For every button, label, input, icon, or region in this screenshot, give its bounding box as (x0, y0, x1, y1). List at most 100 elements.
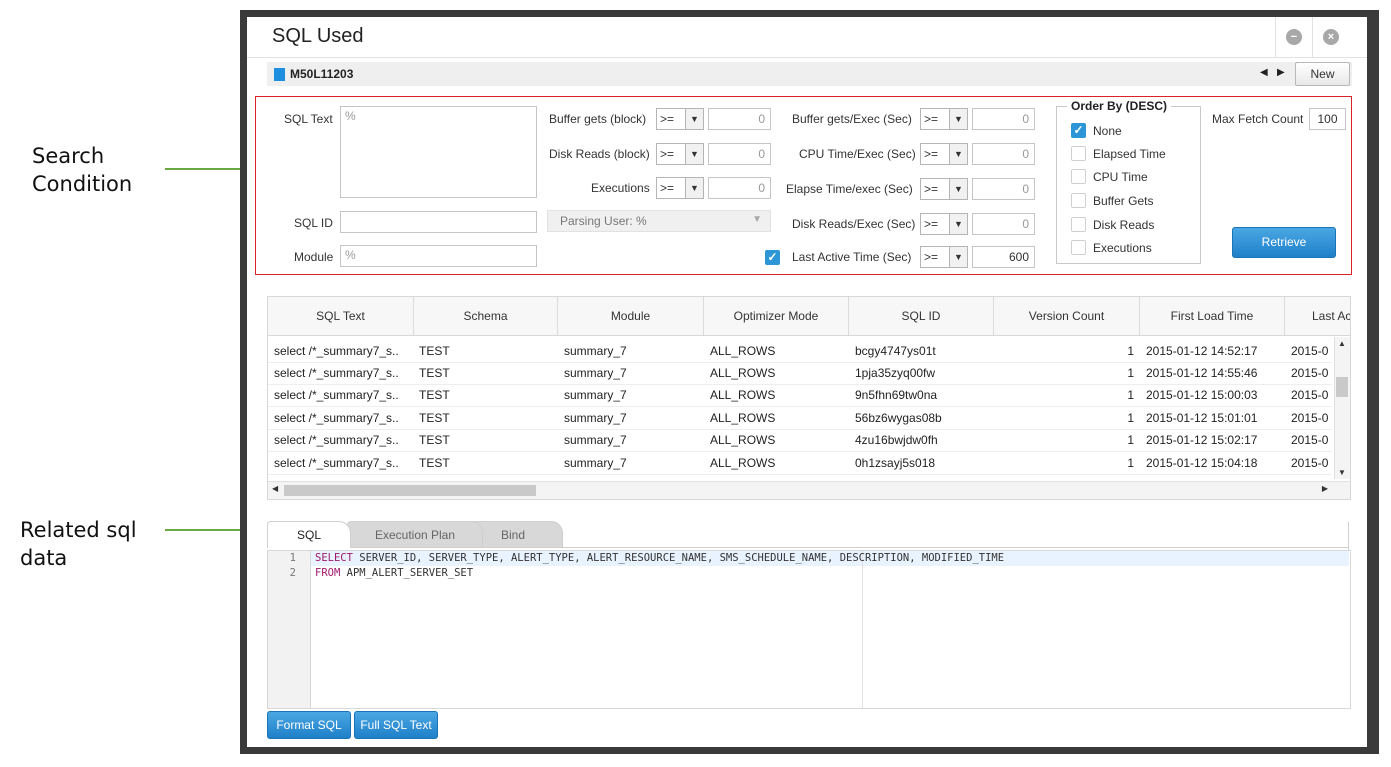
full-sql-text-button[interactable]: Full SQL Text (354, 711, 438, 739)
tab-execution-plan[interactable]: Execution Plan (347, 521, 483, 547)
cell-version-count: 1 (1127, 366, 1134, 380)
editor-margin-line (862, 551, 863, 708)
sql-used-window: SQL Used − × M50L11203 ◀ ▶ New SQL Text … (247, 17, 1367, 747)
elapse-time-exec-input[interactable]: 0 (972, 178, 1035, 200)
order-by-disk-reads-checkbox[interactable] (1071, 217, 1086, 232)
select-value: >= (924, 112, 939, 126)
executions-label: Executions (591, 181, 650, 195)
close-button[interactable]: × (1312, 17, 1349, 57)
parsing-user-select[interactable]: Parsing User: % ▼ (547, 210, 771, 232)
order-by-elapsed-checkbox[interactable] (1071, 146, 1086, 161)
scroll-down-icon[interactable]: ▼ (1338, 468, 1346, 477)
table-row[interactable]: select /*_summary7_s.. TEST summary_7 AL… (268, 362, 1332, 385)
cell-schema: TEST (419, 388, 450, 402)
cell-optimizer-mode: ALL_ROWS (710, 366, 776, 380)
cpu-time-exec-operator-select[interactable]: >= ▼ (920, 143, 968, 165)
next-arrow-icon[interactable]: ▶ (1277, 67, 1285, 78)
sql-editor[interactable]: 1 2 SELECT SERVER_ID, SERVER_TYPE, ALERT… (267, 550, 1351, 709)
disk-reads-exec-input[interactable]: 0 (972, 213, 1035, 235)
table-row[interactable]: select /*_summary7_s.. TEST summary_7 AL… (268, 452, 1332, 475)
cell-version-count: 1 (1127, 456, 1134, 470)
cell-optimizer-mode: ALL_ROWS (710, 433, 776, 447)
cell-sql-text: select /*_summary7_s.. (274, 344, 399, 358)
buffer-gets-exec-operator-select[interactable]: >= ▼ (920, 108, 968, 130)
cell-optimizer-mode: ALL_ROWS (710, 411, 776, 425)
minimize-button[interactable]: − (1275, 17, 1312, 57)
annotation-line: Search (32, 144, 105, 168)
last-active-checkbox[interactable]: ✓ (765, 250, 780, 265)
cpu-time-exec-input[interactable]: 0 (972, 143, 1035, 165)
module-input[interactable]: % (340, 245, 537, 267)
last-active-input[interactable]: 600 (972, 246, 1035, 268)
chevron-down-icon: ▼ (685, 178, 703, 198)
chevron-down-icon: ▼ (685, 144, 703, 164)
cell-sql-id: 0h1zsayj5s018 (855, 456, 936, 470)
table-row[interactable]: select /*_summary7_s.. TEST summary_7 AL… (268, 407, 1332, 430)
executions-input[interactable]: 0 (708, 177, 771, 199)
chevron-down-icon: ▼ (685, 109, 703, 129)
column-header[interactable]: SQL Text (268, 297, 414, 335)
disk-reads-exec-operator-select[interactable]: >= ▼ (920, 213, 968, 235)
tab-panel-border (1348, 522, 1349, 550)
column-header[interactable]: Version Count (994, 297, 1140, 335)
column-header[interactable]: Module (558, 297, 704, 335)
column-header[interactable]: SQL ID (849, 297, 994, 335)
tab-sql[interactable]: SQL (267, 521, 351, 548)
select-value: >= (924, 250, 939, 264)
column-header[interactable]: Last Ac (1285, 297, 1350, 335)
cell-first-load-time: 2015-01-12 14:52:17 (1146, 344, 1258, 358)
format-sql-button[interactable]: Format SQL (267, 711, 351, 739)
buffer-gets-exec-input[interactable]: 0 (972, 108, 1035, 130)
instance-bar: M50L11203 (267, 62, 1352, 86)
cell-optimizer-mode: ALL_ROWS (710, 456, 776, 470)
disk-reads-operator-select[interactable]: >= ▼ (656, 143, 704, 165)
cell-last-active: 2015-0 (1291, 411, 1329, 425)
order-by-cpu-checkbox[interactable] (1071, 169, 1086, 184)
cell-sql-id: 56bz6wygas08b (855, 411, 942, 425)
buffer-gets-input[interactable]: 0 (708, 108, 771, 130)
cell-module: summary_7 (564, 366, 627, 380)
scroll-up-icon[interactable]: ▲ (1338, 339, 1346, 348)
table-row[interactable]: select /*_summary7_s.. TEST summary_7 AL… (268, 340, 1332, 363)
select-value: >= (924, 217, 939, 231)
sql-text-input[interactable]: % (340, 106, 537, 198)
scroll-right-icon[interactable]: ▶ (1322, 484, 1328, 493)
retrieve-button[interactable]: Retrieve (1232, 227, 1336, 258)
cell-version-count: 1 (1127, 344, 1134, 358)
scroll-thumb[interactable] (284, 485, 536, 496)
new-button[interactable]: New (1295, 62, 1350, 86)
order-by-executions-checkbox[interactable] (1071, 240, 1086, 255)
cell-last-active: 2015-0 (1291, 344, 1329, 358)
cell-sql-id: 1pja35zyq00fw (855, 366, 936, 380)
disk-reads-input[interactable]: 0 (708, 143, 771, 165)
cell-last-active: 2015-0 (1291, 456, 1329, 470)
order-by-buffer-gets-checkbox[interactable] (1071, 193, 1086, 208)
prev-arrow-icon[interactable]: ◀ (1260, 67, 1268, 78)
scroll-thumb[interactable] (1336, 377, 1348, 397)
last-active-operator-select[interactable]: >= ▼ (920, 246, 968, 268)
column-header[interactable]: First Load Time (1140, 297, 1285, 335)
select-value: >= (660, 112, 675, 126)
close-icon: × (1323, 29, 1339, 45)
cell-module: summary_7 (564, 411, 627, 425)
elapse-time-exec-operator-select[interactable]: >= ▼ (920, 178, 968, 200)
grid-header: SQL Text Schema Module Optimizer Mode SQ… (268, 297, 1350, 336)
executions-operator-select[interactable]: >= ▼ (656, 177, 704, 199)
column-header[interactable]: Optimizer Mode (704, 297, 849, 335)
chevron-down-icon: ▼ (949, 247, 967, 267)
max-fetch-input[interactable]: 100 (1309, 108, 1346, 130)
module-label: Module (294, 250, 334, 264)
disk-reads-exec-label: Disk Reads/Exec (Sec) (792, 217, 916, 231)
vertical-scrollbar[interactable]: ▲ ▼ (1334, 337, 1350, 479)
order-by-none-checkbox[interactable]: ✓ (1071, 123, 1086, 138)
table-row[interactable]: select /*_summary7_s.. TEST summary_7 AL… (268, 384, 1332, 407)
scroll-left-icon[interactable]: ◀ (272, 484, 278, 493)
chevron-down-icon: ▼ (949, 179, 967, 199)
minimize-icon: − (1286, 29, 1302, 45)
sql-id-input[interactable] (340, 211, 537, 233)
cell-sql-id: 9n5fhn69tw0na (855, 388, 938, 402)
column-header[interactable]: Schema (414, 297, 558, 335)
buffer-gets-operator-select[interactable]: >= ▼ (656, 108, 704, 130)
table-row[interactable]: select /*_summary7_s.. TEST summary_7 AL… (268, 429, 1332, 452)
horizontal-scrollbar[interactable]: ◀ ▶ (268, 481, 1350, 499)
